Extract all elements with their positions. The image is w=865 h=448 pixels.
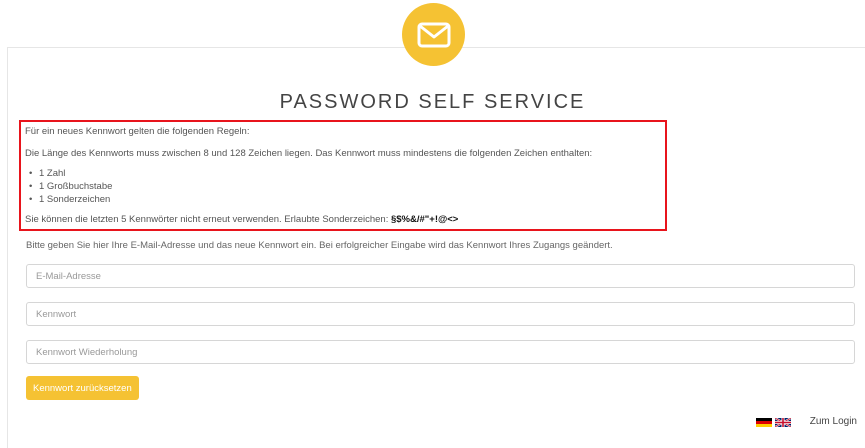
page-title: PASSWORD SELF SERVICE bbox=[279, 91, 586, 113]
rules-length-text: Die Länge des Kennworts muss zwischen 8 … bbox=[25, 148, 593, 159]
email-field[interactable] bbox=[26, 264, 855, 288]
uk-flag-icon[interactable] bbox=[775, 418, 791, 427]
language-switcher bbox=[756, 418, 791, 427]
history-text: Sie können die letzten 5 Kennwörter nich… bbox=[25, 214, 391, 225]
list-item: 1 Großbuchstabe bbox=[29, 180, 661, 193]
special-chars: §$%&/#"+!@<> bbox=[390, 214, 459, 225]
rules-list: 1 Zahl 1 Großbuchstabe 1 Sonderzeichen bbox=[25, 167, 661, 206]
rules-intro: Für ein neues Kennwort gelten die folgen… bbox=[25, 126, 250, 137]
form-intro: Bitte geben Sie hier Ihre E-Mail-Adresse… bbox=[26, 240, 613, 251]
login-link[interactable]: Zum Login bbox=[810, 416, 857, 427]
list-item: 1 Zahl bbox=[29, 167, 661, 180]
password-field[interactable] bbox=[26, 302, 855, 326]
password-repeat-field[interactable] bbox=[26, 340, 855, 364]
mail-icon bbox=[402, 3, 465, 66]
german-flag-icon[interactable] bbox=[756, 418, 772, 427]
list-item: 1 Sonderzeichen bbox=[29, 193, 661, 206]
reset-password-button[interactable]: Kennwort zurücksetzen bbox=[26, 376, 139, 400]
password-rules-box: Für ein neues Kennwort gelten die folgen… bbox=[19, 120, 667, 231]
rules-history-text: Sie können die letzten 5 Kennwörter nich… bbox=[25, 213, 661, 226]
